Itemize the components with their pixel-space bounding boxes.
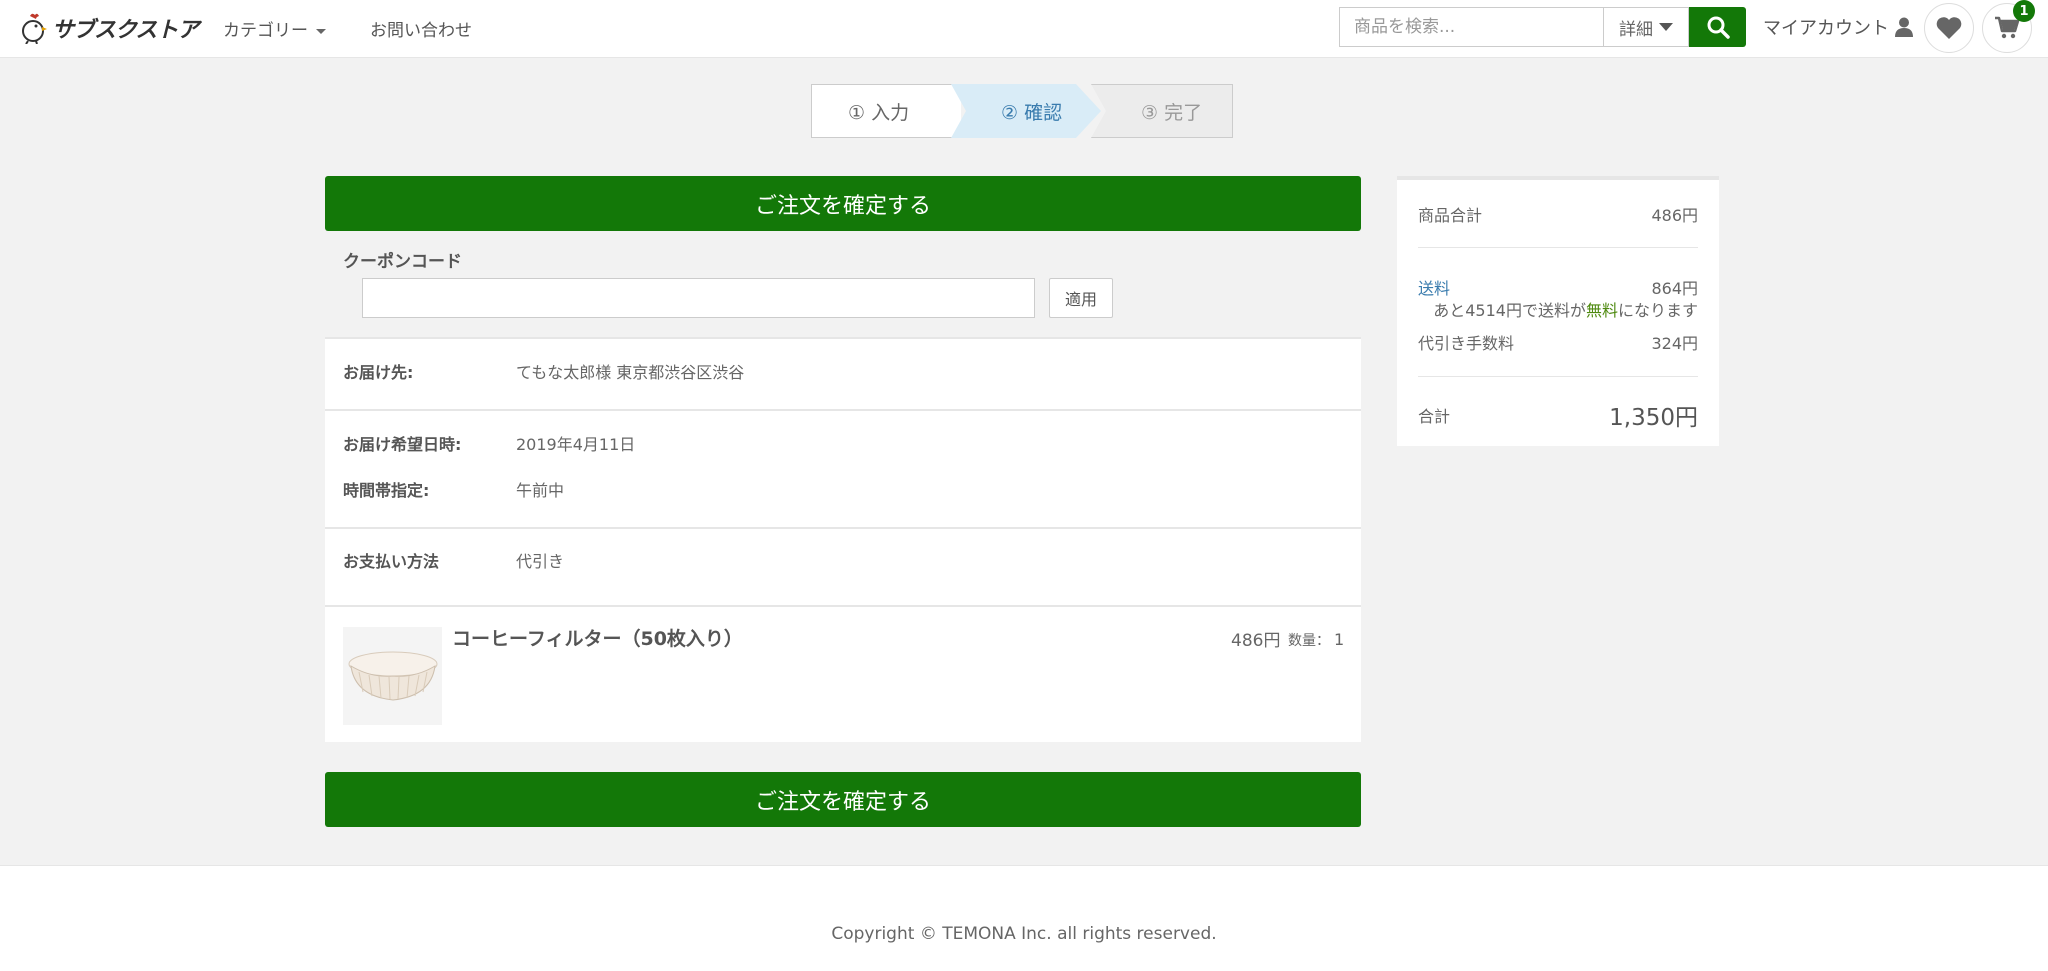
logo-text: サブスクストア [52, 18, 199, 43]
copyright-text: Copyright © TEMONA Inc. all rights reser… [831, 924, 1217, 944]
cod-fee-row: 代引き手数料 324円 [1418, 330, 1698, 354]
payment-value: 代引き [516, 552, 565, 571]
detail-label: 詳細 [1619, 19, 1653, 40]
order-item-panel: コーヒーフィルター（50枚入り） 486円 数量： 1 [325, 605, 1361, 742]
total-label: 合計 [1418, 407, 1451, 426]
search-input[interactable] [1339, 7, 1604, 47]
payment-label: お支払い方法 [343, 552, 440, 571]
delivery-value: てもな太郎様 東京都渋谷区渋谷 [516, 363, 745, 382]
heart-icon [1936, 17, 1962, 39]
nav-category-label: カテゴリー [223, 21, 308, 41]
summary-divider [1418, 247, 1698, 248]
step-complete: ③ 完了 [1091, 84, 1233, 138]
subtotal-row: 商品合計 486円 [1418, 202, 1698, 226]
delivery-date-value: 2019年4月11日 [516, 435, 636, 454]
cart-icon [1995, 16, 2020, 39]
coupon-label: クーポンコード [343, 252, 462, 272]
site-header: サブスクストア カテゴリー お問い合わせ 詳細 マイアカウント 1 [0, 0, 2048, 58]
cart-button[interactable]: 1 [1982, 0, 2035, 53]
product-name[interactable]: コーヒーフィルター（50枚入り） [452, 624, 743, 651]
my-account-link[interactable]: マイアカウント [1763, 14, 1913, 40]
search-icon [1707, 16, 1730, 39]
product-image[interactable] [343, 627, 442, 725]
ship-note-post: になります [1617, 301, 1698, 320]
site-logo[interactable]: サブスクストア [18, 12, 199, 44]
ship-note-pre: あと4514円で送料が [1433, 301, 1586, 320]
nav-category[interactable]: カテゴリー [223, 16, 326, 41]
delivery-label: お届け先: [343, 363, 414, 382]
product-quantity: 数量： 1 [1288, 630, 1344, 650]
step-confirm: ② 確認 [951, 84, 1101, 138]
subtotal-value: 486円 [1651, 206, 1698, 225]
nav-contact[interactable]: お問い合わせ [370, 16, 472, 41]
delivery-date-label: お届け希望日時: [343, 435, 462, 454]
caret-down-icon [1659, 23, 1673, 31]
subtotal-label: 商品合計 [1418, 206, 1483, 225]
cod-fee-label: 代引き手数料 [1418, 334, 1515, 353]
caret-down-icon [316, 28, 326, 34]
search-button[interactable] [1689, 7, 1746, 47]
product-price: 486円 [1231, 631, 1281, 651]
cart-count-badge: 1 [2013, 0, 2035, 22]
total-row: 合計 1,350円 [1418, 398, 1698, 432]
chicken-logo-icon [22, 13, 47, 44]
time-slot-label: 時間帯指定: [343, 481, 430, 500]
payment-panel: お支払い方法 代引き [325, 527, 1361, 606]
time-slot-value: 午前中 [516, 481, 565, 500]
coupon-input[interactable] [362, 278, 1035, 318]
total-value: 1,350円 [1609, 405, 1698, 431]
search-detail-dropdown[interactable]: 詳細 [1604, 7, 1689, 47]
coffee-filter-image [348, 651, 437, 701]
shipping-label[interactable]: 送料 [1418, 275, 1450, 299]
free-shipping-note: あと4514円で送料が無料になります [1433, 297, 1698, 321]
favorites-button[interactable] [1924, 3, 1974, 53]
delivery-address-panel: お届け先: てもな太郎様 東京都渋谷区渋谷 [325, 337, 1361, 410]
ship-note-free: 無料 [1585, 301, 1618, 320]
summary-divider [1418, 376, 1698, 377]
cod-fee-value: 324円 [1651, 334, 1698, 353]
step-input: ① 入力 [811, 84, 961, 138]
quantity-label: 数量： [1288, 633, 1330, 649]
quantity-value: 1 [1334, 630, 1345, 649]
site-footer: Copyright © TEMONA Inc. all rights reser… [0, 865, 2048, 971]
delivery-date-panel: お届け希望日時: 2019年4月11日 時間帯指定: 午前中 [325, 409, 1361, 528]
apply-coupon-button[interactable]: 適用 [1049, 278, 1113, 318]
confirm-order-button-bottom[interactable]: ご注文を確定する [325, 772, 1361, 827]
order-summary: 商品合計 486円 送料 864円 あと4514円で送料が無料になります 代引き… [1397, 176, 1719, 446]
shipping-row: 送料 864円 [1418, 275, 1698, 299]
user-icon [1895, 17, 1913, 37]
confirm-order-button-top[interactable]: ご注文を確定する [325, 176, 1361, 231]
account-label: マイアカウント [1763, 18, 1889, 39]
shipping-value: 864円 [1651, 279, 1698, 298]
